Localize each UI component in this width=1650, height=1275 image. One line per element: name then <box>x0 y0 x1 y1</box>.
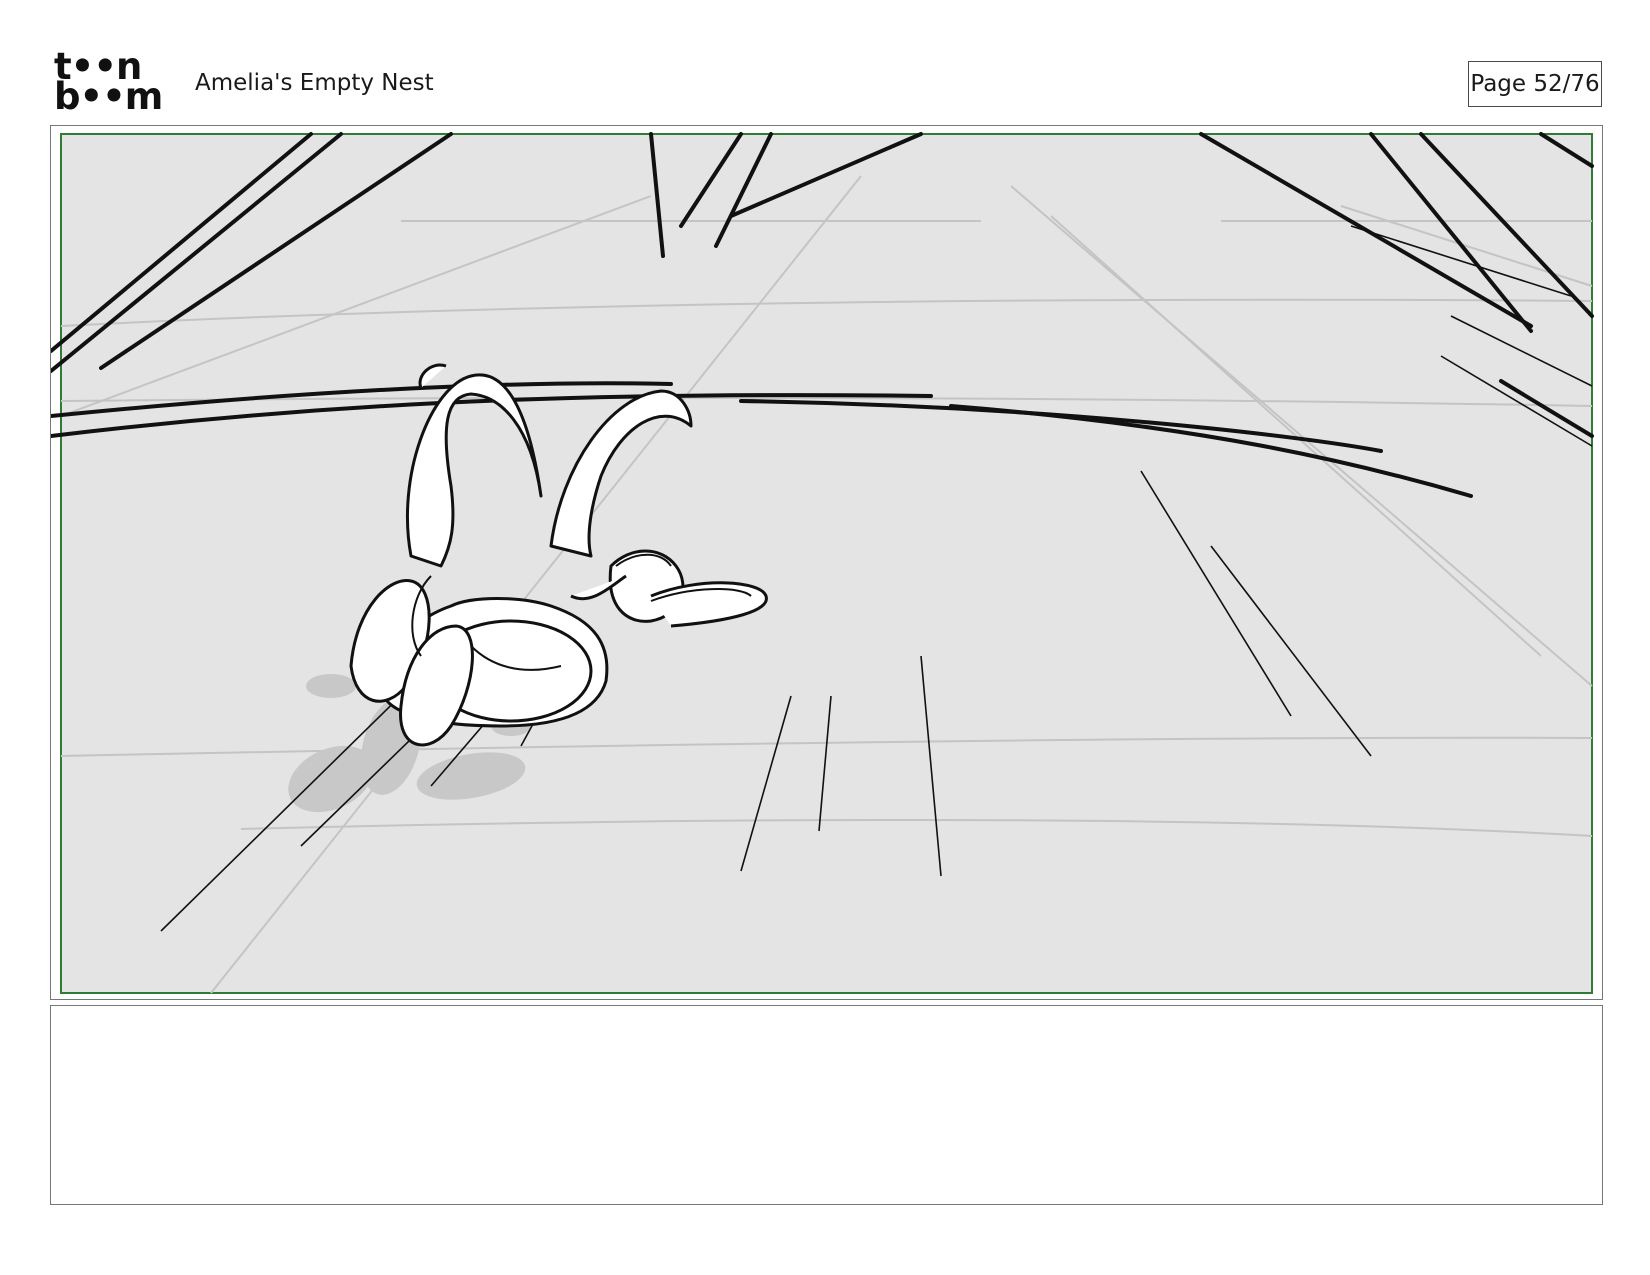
toon-boom-logo: t••n b••m <box>54 48 172 118</box>
logo-text-bottom: b••m <box>54 75 163 118</box>
page-indicator: Page 52/76 <box>1468 61 1602 107</box>
panel-notes-area <box>50 1005 1603 1205</box>
panel-sketch-image <box>51 126 1602 999</box>
storyboard-panel <box>50 125 1603 1000</box>
project-title: Amelia's Empty Nest <box>195 70 434 96</box>
